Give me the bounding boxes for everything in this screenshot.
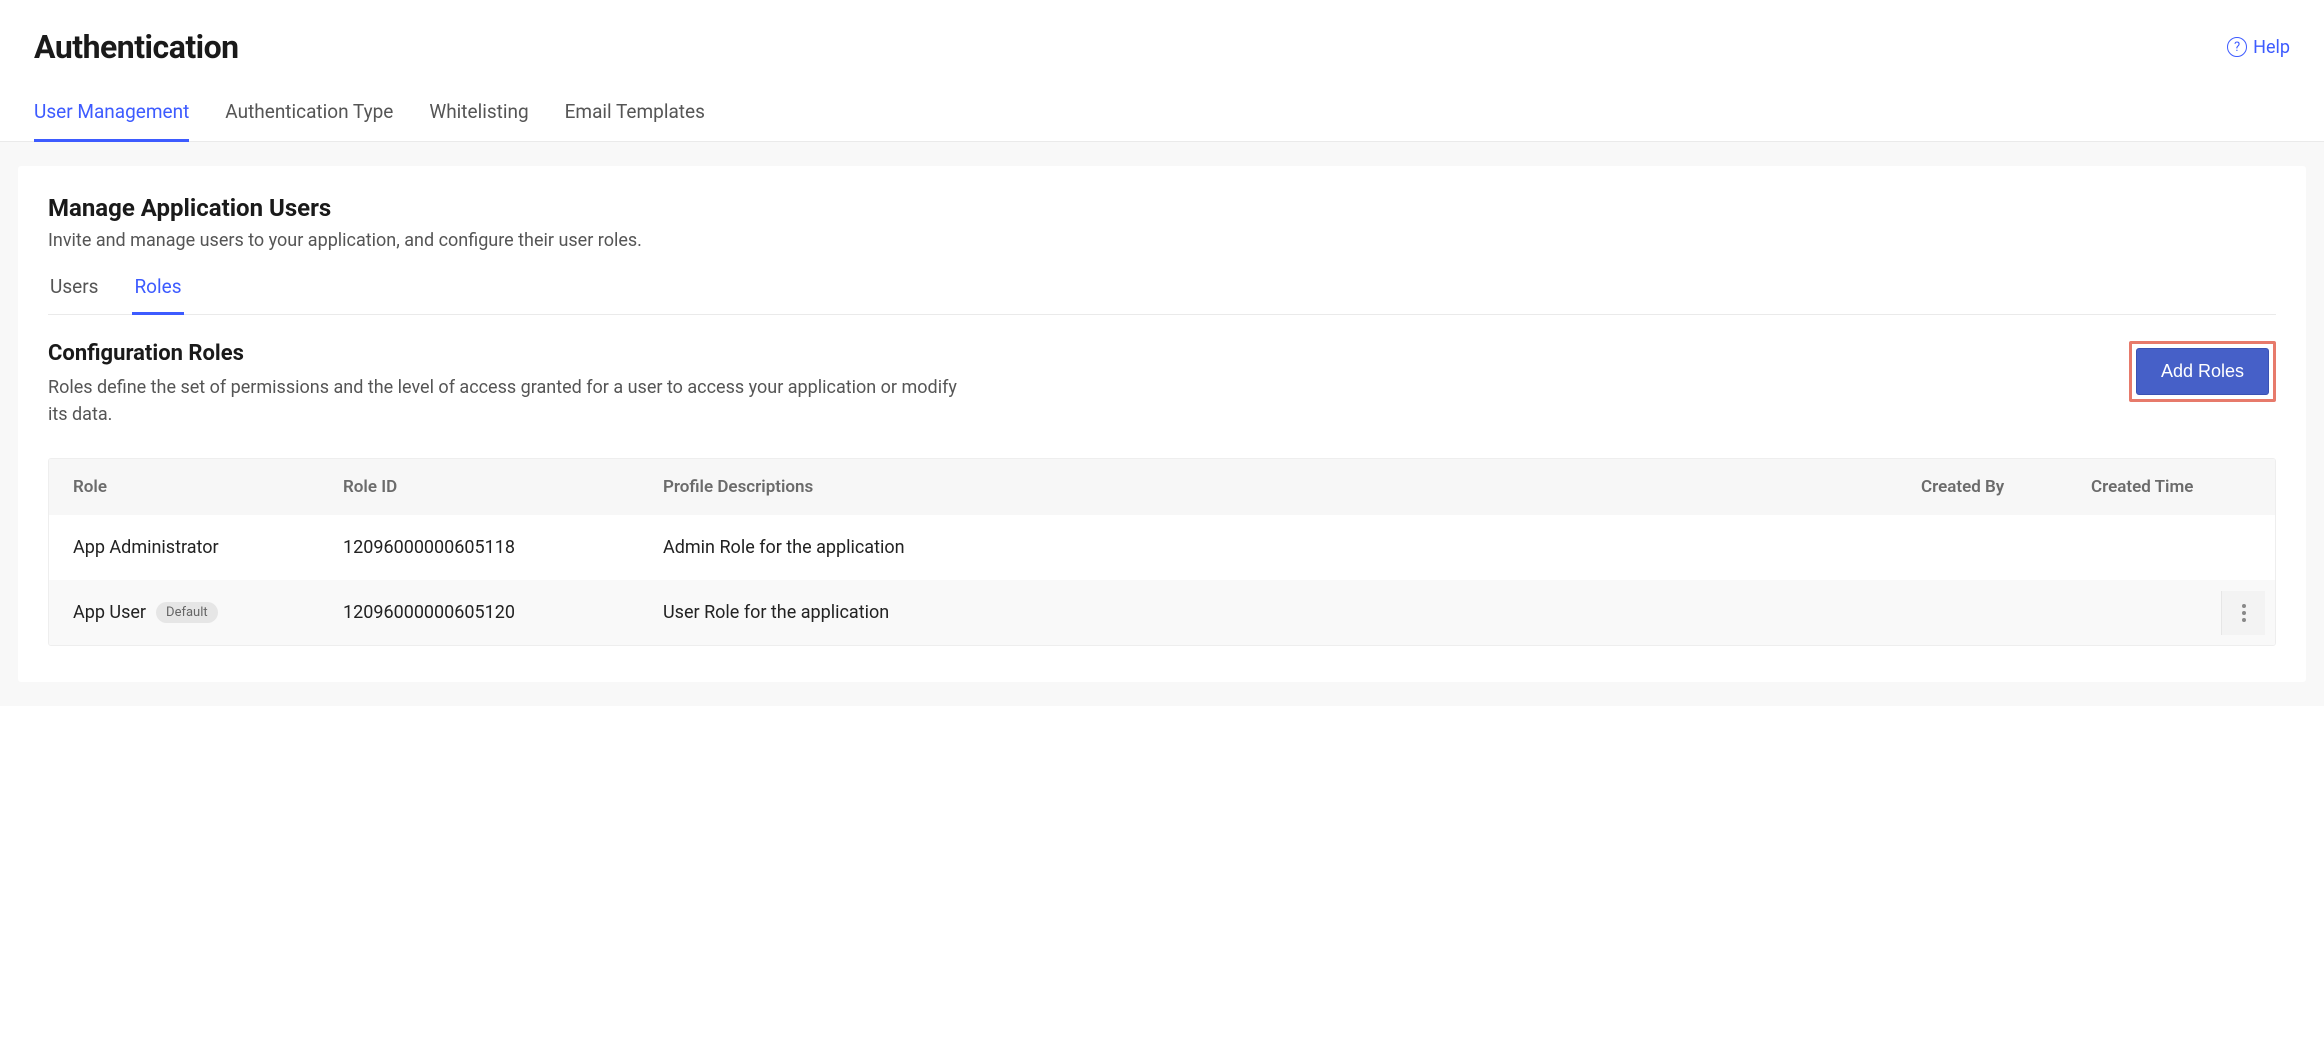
add-roles-highlight: Add Roles [2129, 341, 2276, 402]
col-header-role: Role [73, 477, 343, 497]
cell-role-id: 12096000000605120 [343, 602, 663, 623]
col-header-created-time: Created Time [2091, 477, 2251, 497]
cell-desc: User Role for the application [663, 602, 1921, 623]
help-icon: ? [2227, 37, 2247, 57]
table-header: Role Role ID Profile Descriptions Create… [49, 459, 2275, 515]
tab-user-management[interactable]: User Management [34, 100, 189, 142]
config-desc: Roles define the set of permissions and … [48, 374, 968, 428]
table-row[interactable]: App Administrator 12096000000605118 Admi… [49, 515, 2275, 580]
cell-desc: Admin Role for the application [663, 537, 1921, 558]
cell-role: App User [73, 602, 146, 623]
page-title: Authentication [34, 28, 239, 66]
add-roles-button[interactable]: Add Roles [2136, 348, 2269, 395]
table-row[interactable]: App User Default 12096000000605120 User … [49, 580, 2275, 645]
col-header-desc: Profile Descriptions [663, 477, 1921, 497]
row-actions-button[interactable] [2221, 591, 2265, 635]
default-badge: Default [156, 602, 218, 623]
top-tabs: User Management Authentication Type Whit… [0, 66, 2324, 142]
subtab-roles[interactable]: Roles [132, 269, 183, 315]
subtab-users[interactable]: Users [48, 269, 100, 315]
help-label: Help [2253, 37, 2290, 58]
section-title: Manage Application Users [48, 194, 2276, 222]
cell-role: App Administrator [73, 537, 219, 558]
content-card: Manage Application Users Invite and mana… [18, 166, 2306, 682]
help-link[interactable]: ? Help [2227, 37, 2290, 58]
sub-tabs: Users Roles [48, 269, 2276, 315]
section-subtitle: Invite and manage users to your applicat… [48, 230, 2276, 251]
tab-whitelisting[interactable]: Whitelisting [429, 100, 528, 142]
roles-table: Role Role ID Profile Descriptions Create… [48, 458, 2276, 646]
cell-role-id: 12096000000605118 [343, 537, 663, 558]
col-header-role-id: Role ID [343, 477, 663, 497]
config-title: Configuration Roles [48, 341, 968, 366]
more-vertical-icon [2242, 604, 2246, 622]
tab-authentication-type[interactable]: Authentication Type [225, 100, 393, 142]
tab-email-templates[interactable]: Email Templates [565, 100, 705, 142]
col-header-created-by: Created By [1921, 477, 2091, 497]
